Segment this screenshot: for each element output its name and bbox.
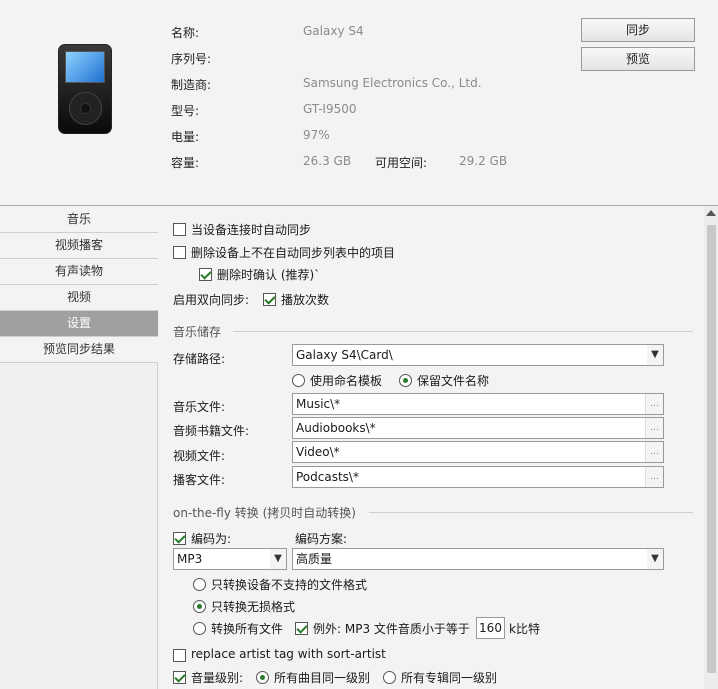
- browse-icon[interactable]: …: [645, 394, 663, 414]
- encode-format-value: MP3: [177, 552, 203, 566]
- naming-template-label: 使用命名模板: [310, 374, 383, 388]
- name-label: 名称:: [171, 26, 200, 40]
- exception-checkbox[interactable]: [295, 622, 308, 635]
- encode-scheme-label: 编码方案:: [295, 532, 348, 546]
- vertical-scrollbar[interactable]: [704, 207, 718, 689]
- kbps-label: k比特: [509, 622, 540, 636]
- scroll-up-icon[interactable]: [706, 210, 716, 216]
- podcast-file-input[interactable]: Podcasts\* …: [292, 466, 664, 488]
- delete-items-checkbox[interactable]: [173, 246, 186, 259]
- free-space-label: 可用空间:: [375, 156, 428, 170]
- replace-artist-checkbox[interactable]: [173, 649, 186, 662]
- keep-filename-label: 保留文件名称: [417, 374, 490, 388]
- convert-lossless-label: 只转换无损格式: [211, 600, 296, 614]
- keep-filename-radio[interactable]: [399, 374, 412, 387]
- encode-scheme-select[interactable]: 高质量 ▼: [292, 548, 664, 570]
- two-way-sync-label: 启用双向同步:: [173, 293, 250, 307]
- convert-unsupported-label: 只转换设备不支持的文件格式: [211, 578, 368, 592]
- chevron-down-icon: ▼: [647, 549, 663, 569]
- bitrate-input[interactable]: 160: [476, 617, 505, 639]
- video-file-label: 视频文件:: [173, 449, 226, 463]
- capacity-value: 26.3 GB: [303, 154, 352, 168]
- naming-template-radio[interactable]: [292, 374, 305, 387]
- music-file-input[interactable]: Music\* …: [292, 393, 664, 415]
- volume-track-radio[interactable]: [256, 671, 269, 684]
- music-storage-heading: 音乐储存: [173, 325, 222, 339]
- convert-all-label: 转换所有文件: [211, 622, 284, 636]
- volume-album-label: 所有专辑同一级别: [401, 671, 498, 685]
- sidebar-item-video[interactable]: 视频: [0, 285, 158, 311]
- sidebar-item-music[interactable]: 音乐: [0, 207, 158, 233]
- sidebar: 音乐 视频播客 有声读物 视频 设置 预览同步结果: [0, 207, 158, 689]
- volume-track-label: 所有曲目同一级别: [274, 671, 371, 685]
- chevron-down-icon: ▼: [647, 345, 663, 365]
- audiobook-label: 音频书籍文件:: [173, 424, 250, 438]
- device-header: 名称: Galaxy S4 序列号: 制造商: Samsung Electron…: [0, 0, 718, 206]
- delete-items-label: 删除设备上不在自动同步列表中的项目: [191, 246, 396, 260]
- free-space-value: 29.2 GB: [459, 154, 508, 168]
- model-value: GT-I9500: [303, 102, 357, 116]
- auto-sync-label: 当设备连接时自动同步: [191, 223, 312, 237]
- confirm-delete-checkbox[interactable]: [199, 268, 212, 281]
- encode-format-select[interactable]: MP3 ▼: [173, 548, 287, 570]
- device-screen: [65, 51, 105, 83]
- device-image: [58, 44, 112, 134]
- sidebar-item-preview-sync[interactable]: 预览同步结果: [0, 337, 158, 363]
- sync-button[interactable]: 同步: [581, 18, 695, 42]
- encode-scheme-value: 高质量: [296, 552, 333, 566]
- video-file-value: Video\*: [296, 445, 340, 459]
- maker-label: 制造商:: [171, 78, 212, 92]
- battery-value: 97%: [303, 128, 330, 142]
- music-file-label: 音乐文件:: [173, 400, 226, 414]
- sidebar-item-audiobooks[interactable]: 有声读物: [0, 259, 158, 285]
- encode-to-checkbox[interactable]: [173, 532, 186, 545]
- convert-all-radio[interactable]: [193, 622, 206, 635]
- podcast-file-value: Podcasts\*: [296, 470, 359, 484]
- play-count-label: 播放次数: [281, 293, 330, 307]
- battery-label: 电量:: [171, 130, 200, 144]
- maker-value: Samsung Electronics Co., Ltd.: [303, 76, 482, 90]
- replace-artist-label: replace artist tag with sort-artist: [191, 647, 386, 661]
- confirm-delete-label: 删除时确认 (推荐)`: [217, 268, 321, 282]
- section-divider: [369, 512, 693, 513]
- serial-label: 序列号:: [171, 52, 212, 66]
- audiobook-input[interactable]: Audiobooks\* …: [292, 417, 664, 439]
- convert-unsupported-radio[interactable]: [193, 578, 206, 591]
- storage-path-label: 存储路径:: [173, 352, 226, 366]
- play-count-checkbox[interactable]: [263, 293, 276, 306]
- music-file-value: Music\*: [296, 397, 341, 411]
- encode-to-label: 编码为:: [191, 532, 232, 546]
- volume-level-label: 音量级别:: [191, 671, 244, 685]
- capacity-label: 容量:: [171, 156, 200, 170]
- sidebar-item-video-podcasts[interactable]: 视频播客: [0, 233, 158, 259]
- browse-icon[interactable]: …: [645, 442, 663, 462]
- section-divider: [233, 331, 693, 332]
- otf-heading: on-the-fly 转换 (拷贝时自动转换): [173, 506, 356, 520]
- storage-path-select[interactable]: Galaxy S4\Card\ ▼: [292, 344, 664, 366]
- click-wheel-icon: [69, 92, 102, 125]
- preview-button[interactable]: 预览: [581, 47, 695, 71]
- volume-album-radio[interactable]: [383, 671, 396, 684]
- sidebar-item-settings[interactable]: 设置: [0, 311, 158, 337]
- browse-icon[interactable]: …: [645, 467, 663, 487]
- settings-panel: 当设备连接时自动同步 删除设备上不在自动同步列表中的项目 删除时确认 (推荐)`…: [159, 207, 704, 689]
- exception-label: 例外: MP3 文件音质小于等于: [313, 622, 470, 636]
- chevron-down-icon: ▼: [270, 549, 286, 569]
- convert-lossless-radio[interactable]: [193, 600, 206, 613]
- model-label: 型号:: [171, 104, 200, 118]
- podcast-file-label: 播客文件:: [173, 473, 226, 487]
- audiobook-value: Audiobooks\*: [296, 421, 376, 435]
- name-value: Galaxy S4: [303, 24, 364, 38]
- storage-path-value: Galaxy S4\Card\: [296, 348, 393, 362]
- auto-sync-checkbox[interactable]: [173, 223, 186, 236]
- video-file-input[interactable]: Video\* …: [292, 441, 664, 463]
- browse-icon[interactable]: …: [645, 418, 663, 438]
- scrollbar-thumb[interactable]: [707, 225, 716, 673]
- volume-level-checkbox[interactable]: [173, 671, 186, 684]
